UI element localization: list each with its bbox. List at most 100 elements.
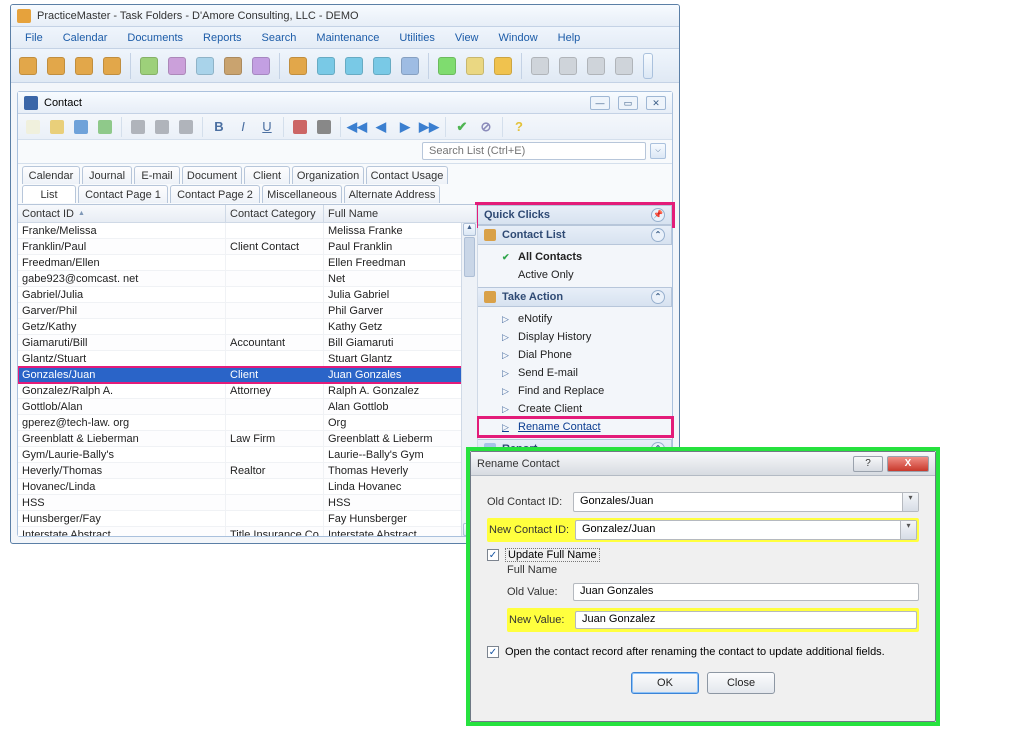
menu-view[interactable]: View bbox=[445, 30, 489, 46]
maximize-button[interactable]: ▭ bbox=[618, 96, 638, 110]
collapse-icon[interactable]: ⌃ bbox=[651, 228, 665, 242]
action-send-e-mail[interactable]: ▷Send E-mail bbox=[478, 364, 672, 382]
panel-quick-clicks[interactable]: Quick Clicks 📌 bbox=[478, 205, 672, 225]
prev-button[interactable]: ◀ bbox=[370, 116, 392, 138]
bold-button[interactable]: B bbox=[208, 116, 230, 138]
menu-search[interactable]: Search bbox=[252, 30, 307, 46]
tab-calendar[interactable]: Calendar bbox=[22, 166, 80, 184]
journal-button[interactable] bbox=[94, 116, 116, 138]
pin-icon[interactable]: 📌 bbox=[651, 208, 665, 222]
col-full-name[interactable]: Full Name bbox=[324, 205, 477, 222]
save-button[interactable] bbox=[70, 116, 92, 138]
toolbar-button-2[interactable] bbox=[71, 53, 97, 79]
tab-journal[interactable]: Journal bbox=[82, 166, 132, 184]
toolbar-overflow[interactable] bbox=[643, 53, 653, 79]
search-input[interactable] bbox=[422, 142, 646, 160]
menu-help[interactable]: Help bbox=[548, 30, 591, 46]
table-row[interactable]: Franklin/PaulClient ContactPaul Franklin bbox=[18, 239, 477, 255]
toolbar-button-0[interactable] bbox=[15, 53, 41, 79]
tab-organization[interactable]: Organization bbox=[292, 166, 364, 184]
toolbar-button-11[interactable] bbox=[341, 53, 367, 79]
toolbar-button-4[interactable] bbox=[136, 53, 162, 79]
menu-reports[interactable]: Reports bbox=[193, 30, 252, 46]
underline-button[interactable]: U bbox=[256, 116, 278, 138]
toolbar-button-16[interactable] bbox=[490, 53, 516, 79]
first-button[interactable]: ◀◀ bbox=[346, 116, 368, 138]
action-enotify[interactable]: ▷eNotify bbox=[478, 310, 672, 328]
table-row[interactable]: Franke/MelissaMelissa Franke bbox=[18, 223, 477, 239]
toolbar-button-5[interactable] bbox=[164, 53, 190, 79]
close-button[interactable]: ✕ bbox=[646, 96, 666, 110]
toolbar-button-8[interactable] bbox=[248, 53, 274, 79]
minimize-button[interactable]: — bbox=[590, 96, 610, 110]
search-dropdown[interactable]: ⌵ bbox=[650, 143, 666, 159]
menu-window[interactable]: Window bbox=[489, 30, 548, 46]
menu-file[interactable]: File bbox=[15, 30, 53, 46]
table-row[interactable]: Glantz/StuartStuart Glantz bbox=[18, 351, 477, 367]
toolbar-button-14[interactable] bbox=[434, 53, 460, 79]
table-row[interactable]: Interstate AbstractTitle Insurance CoInt… bbox=[18, 527, 477, 536]
action-find-and-replace[interactable]: ▷Find and Replace bbox=[478, 382, 672, 400]
tab-contact-page-1[interactable]: Contact Page 1 bbox=[78, 185, 168, 203]
tab-miscellaneous[interactable]: Miscellaneous bbox=[262, 185, 342, 203]
new-value-field[interactable]: Juan Gonzalez bbox=[575, 611, 917, 629]
table-row[interactable]: Garver/PhilPhil Garver bbox=[18, 303, 477, 319]
toolbar-button-6[interactable] bbox=[192, 53, 218, 79]
copy-button[interactable] bbox=[151, 116, 173, 138]
dropdown-icon[interactable]: ▾ bbox=[900, 521, 916, 539]
table-row[interactable]: HSSHSS bbox=[18, 495, 477, 511]
action-display-history[interactable]: ▷Display History bbox=[478, 328, 672, 346]
open-record-checkbox[interactable]: ✓ bbox=[487, 646, 499, 658]
table-row[interactable]: Hunsberger/FayFay Hunsberger bbox=[18, 511, 477, 527]
table-row[interactable]: Hovanec/LindaLinda Hovanec bbox=[18, 479, 477, 495]
ok-button[interactable]: OK bbox=[631, 672, 699, 694]
table-row[interactable]: Gabriel/JuliaJulia Gabriel bbox=[18, 287, 477, 303]
action-dial-phone[interactable]: ▷Dial Phone bbox=[478, 346, 672, 364]
menu-maintenance[interactable]: Maintenance bbox=[306, 30, 389, 46]
action-rename-contact[interactable]: ▷Rename Contact bbox=[478, 418, 672, 436]
action-create-client[interactable]: ▷Create Client bbox=[478, 400, 672, 418]
table-row[interactable]: Getz/KathyKathy Getz bbox=[18, 319, 477, 335]
close-button[interactable]: Close bbox=[707, 672, 775, 694]
paste-button[interactable] bbox=[175, 116, 197, 138]
panel-contact-list[interactable]: Contact List ⌃ bbox=[478, 225, 672, 245]
new-contact-field[interactable]: Gonzalez/Juan ▾ bbox=[575, 520, 917, 540]
tab-document[interactable]: Document bbox=[182, 166, 242, 184]
panel-take-action[interactable]: Take Action ⌃ bbox=[478, 287, 672, 307]
update-fullname-checkbox[interactable]: ✓ bbox=[487, 549, 499, 561]
filter-all-contacts[interactable]: ✔ All Contacts bbox=[478, 248, 672, 266]
menu-calendar[interactable]: Calendar bbox=[53, 30, 118, 46]
italic-button[interactable]: I bbox=[232, 116, 254, 138]
menu-utilities[interactable]: Utilities bbox=[389, 30, 444, 46]
tab-client[interactable]: Client bbox=[244, 166, 290, 184]
toolbar-button-7[interactable] bbox=[220, 53, 246, 79]
delete-button[interactable] bbox=[289, 116, 311, 138]
col-contact-id[interactable]: Contact ID▲ bbox=[18, 205, 226, 222]
toolbar-button-19[interactable] bbox=[583, 53, 609, 79]
check-button[interactable]: ✔ bbox=[451, 116, 473, 138]
tab-alternate-address[interactable]: Alternate Address bbox=[344, 185, 440, 203]
toolbar-button-1[interactable] bbox=[43, 53, 69, 79]
table-row[interactable]: Gonzales/JuanClientJuan Gonzales bbox=[18, 367, 477, 383]
new-button[interactable] bbox=[22, 116, 44, 138]
block-button[interactable]: ⊘ bbox=[475, 116, 497, 138]
toolbar-button-20[interactable] bbox=[611, 53, 637, 79]
filter-active-only[interactable]: Active Only bbox=[478, 266, 672, 284]
menu-documents[interactable]: Documents bbox=[117, 30, 193, 46]
dropdown-icon[interactable]: ▾ bbox=[902, 493, 918, 511]
dialog-help-button[interactable]: ? bbox=[853, 456, 883, 472]
collapse-icon[interactable]: ⌃ bbox=[651, 290, 665, 304]
help-button[interactable]: ? bbox=[508, 116, 530, 138]
timer-button[interactable] bbox=[313, 116, 335, 138]
toolbar-button-18[interactable] bbox=[555, 53, 581, 79]
tab-contact-page-2[interactable]: Contact Page 2 bbox=[170, 185, 260, 203]
scroll-up-button[interactable]: ▲ bbox=[463, 223, 476, 236]
toolbar-button-13[interactable] bbox=[397, 53, 423, 79]
tab-e-mail[interactable]: E-mail bbox=[134, 166, 180, 184]
tab-list[interactable]: List bbox=[22, 185, 76, 203]
tab-contact-usage[interactable]: Contact Usage bbox=[366, 166, 448, 184]
table-row[interactable]: Heverly/ThomasRealtorThomas Heverly bbox=[18, 463, 477, 479]
table-row[interactable]: Gottlob/AlanAlan Gottlob bbox=[18, 399, 477, 415]
toolbar-button-3[interactable] bbox=[99, 53, 125, 79]
toolbar-button-10[interactable] bbox=[313, 53, 339, 79]
